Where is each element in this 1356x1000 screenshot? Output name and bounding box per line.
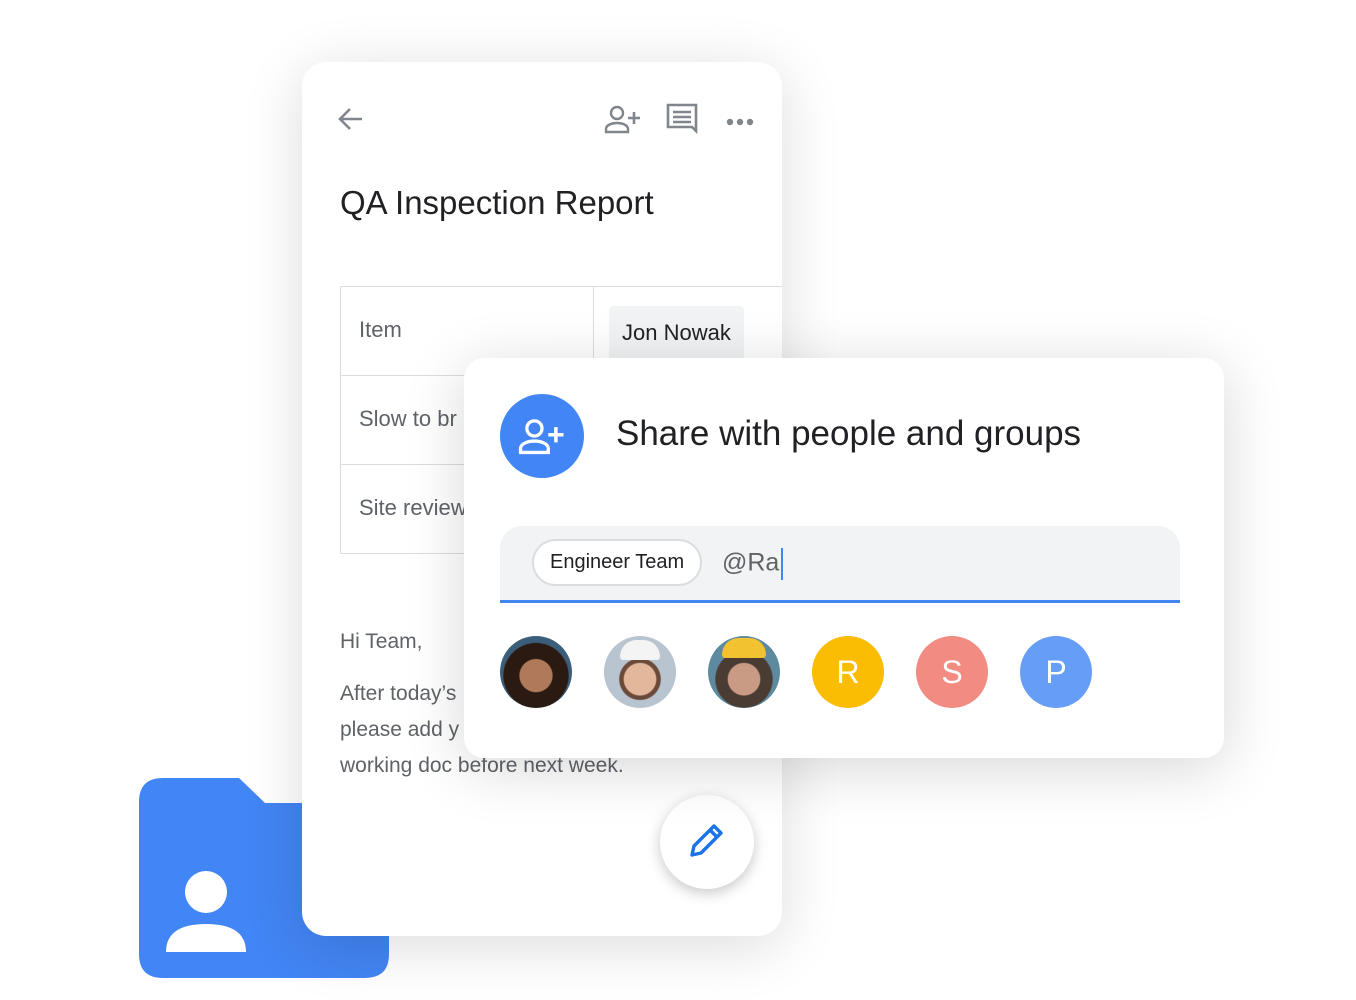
avatar[interactable] (604, 636, 676, 708)
person-add-icon (500, 394, 584, 478)
comment-icon[interactable] (666, 103, 698, 140)
arrow-back-icon[interactable] (336, 104, 366, 139)
share-dialog: Share with people and groups Engineer Te… (464, 358, 1224, 758)
share-title: Share with people and groups (616, 414, 1082, 453)
people-input[interactable]: Engineer Team @Ra (500, 526, 1180, 603)
avatar[interactable]: R (812, 636, 884, 708)
input-text[interactable]: @Ra (722, 548, 784, 580)
table-cell: Site review (359, 495, 467, 520)
body-line: please add y (340, 718, 460, 741)
input-value: @Ra (722, 548, 780, 577)
suggested-people: R S P (500, 636, 1092, 708)
avatar[interactable]: S (916, 636, 988, 708)
edit-pencil-icon (687, 820, 727, 865)
assignee-chip[interactable]: Jon Nowak (609, 306, 744, 360)
edit-button[interactable] (660, 795, 754, 889)
table-cell: Slow to br (359, 406, 457, 431)
avatar[interactable]: P (1020, 636, 1092, 708)
avatar-initial: P (1045, 653, 1067, 690)
person-add-icon[interactable] (604, 104, 642, 139)
avatar[interactable] (500, 636, 572, 708)
body-line: Hi Team, (340, 630, 423, 653)
avatar[interactable] (708, 636, 780, 708)
body-line: After today’s (340, 682, 457, 705)
recipient-chip[interactable]: Engineer Team (532, 539, 703, 586)
avatar-initial: R (836, 653, 860, 690)
text-caret (781, 548, 784, 580)
avatar-initial: S (941, 653, 963, 690)
more-horiz-icon[interactable] (726, 114, 754, 132)
document-title: QA Inspection Report (340, 184, 654, 221)
table-cell: Item (359, 317, 402, 342)
